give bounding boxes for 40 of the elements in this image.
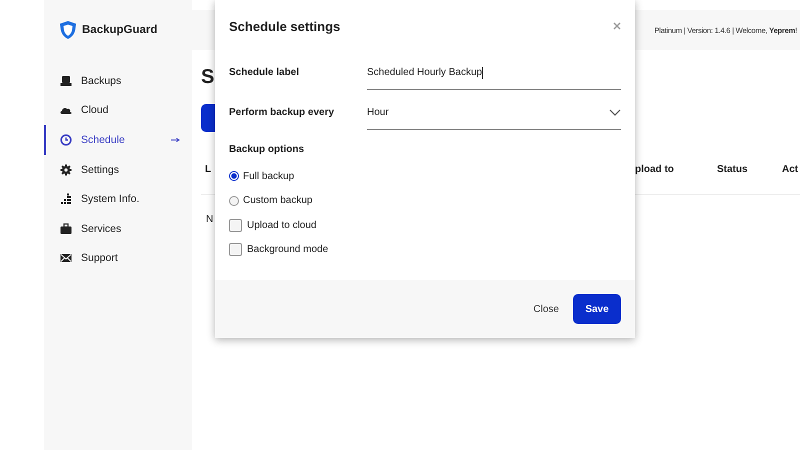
gear-icon	[60, 164, 72, 176]
nav-item[interactable]: System Info.	[44, 184, 192, 214]
column-header: L	[204, 164, 212, 174]
column-header: Status	[717, 164, 749, 174]
section-heading: Backup options	[229, 144, 306, 155]
option-label: Full backup	[243, 170, 294, 182]
dialog-title: Schedule settings	[229, 18, 340, 34]
envelope-icon	[60, 252, 72, 264]
column-header: Act	[782, 164, 798, 174]
briefcase-icon	[60, 222, 72, 235]
nav-item[interactable]: Support	[44, 244, 192, 274]
field-label: Schedule label	[229, 66, 300, 78]
interval-dropdown[interactable]: Hour	[367, 102, 621, 130]
checkbox[interactable]	[229, 243, 242, 256]
option-label: Upload to cloud	[247, 220, 316, 231]
page-heading: S	[201, 66, 214, 90]
nav-item[interactable]: Backups	[44, 66, 192, 96]
drive-icon	[60, 74, 72, 87]
table-cell: N	[206, 214, 214, 224]
close-icon[interactable]	[613, 22, 621, 30]
close-button[interactable]: Close	[529, 300, 563, 318]
label-field[interactable]: Scheduled Hourly Backup	[367, 62, 621, 90]
nav-item[interactable]: Settings	[44, 154, 192, 184]
arrow-icon	[171, 136, 180, 143]
option-label: Background mode	[247, 244, 328, 256]
chevron-icon	[609, 109, 621, 116]
nav-item[interactable]: Services	[44, 214, 192, 244]
nav-item[interactable]: Schedule	[44, 125, 192, 155]
clock-icon	[60, 134, 72, 146]
checkbox[interactable]	[229, 218, 242, 232]
radio-button[interactable]	[229, 196, 239, 206]
radio-button[interactable]	[229, 171, 239, 182]
logo-text: BackupGuard	[82, 24, 158, 36]
shield-icon	[59, 20, 77, 40]
chart-icon	[60, 193, 72, 206]
field-label: Perform backup every	[229, 106, 336, 118]
nav-item[interactable]: Cloud	[44, 96, 192, 126]
option-label: Custom backup	[243, 195, 312, 206]
column-header: pload to	[635, 164, 675, 174]
save-button[interactable]: Save	[573, 294, 621, 324]
